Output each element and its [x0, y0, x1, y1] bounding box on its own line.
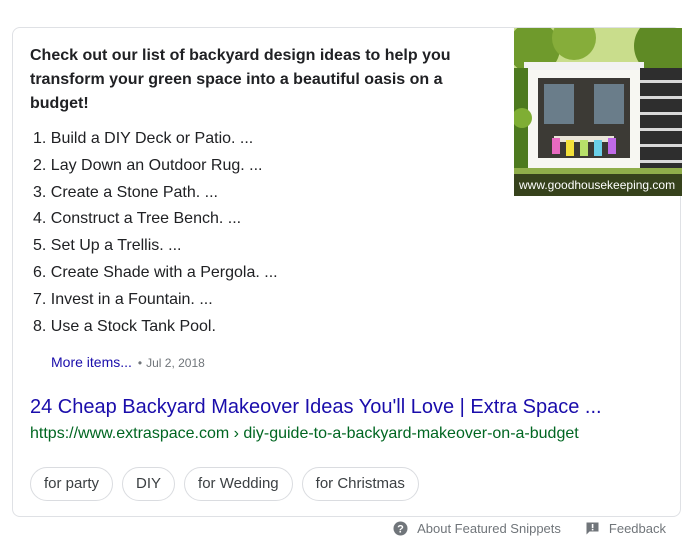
feedback-icon	[585, 521, 600, 536]
help-icon: ?	[393, 521, 408, 536]
chip-for-wedding[interactable]: for Wedding	[184, 467, 293, 501]
list-item: 1. Build a DIY Deck or Patio. ...	[33, 130, 254, 147]
list-item: 3. Create a Stone Path. ...	[33, 183, 218, 201]
backyard-photo	[514, 28, 682, 196]
feedback-label: Feedback	[608, 521, 666, 536]
snippet-footer: ? About Featured Snippets Feedback	[393, 521, 666, 536]
list-item: 8. Use a Stock Tank Pool.	[33, 317, 216, 335]
related-chips: for party DIY for Wedding for Christmas	[30, 467, 419, 501]
about-featured-snippets-link[interactable]: ? About Featured Snippets	[393, 521, 561, 536]
chip-for-christmas[interactable]: for Christmas	[301, 467, 419, 501]
steps-list: 1. Build a DIY Deck or Patio. ... 2. Lay…	[33, 126, 278, 340]
snippet-thumbnail[interactable]: www.goodhousekeeping.com	[514, 28, 682, 196]
result-url[interactable]: https://www.extraspace.com › diy-guide-t…	[30, 424, 579, 444]
more-items-link[interactable]: More items...	[51, 354, 132, 370]
result-title-link[interactable]: 24 Cheap Backyard Makeover Ideas You'll …	[30, 394, 602, 420]
list-item: 7. Invest in a Fountain. ...	[33, 290, 213, 308]
separator-dot: •	[137, 356, 143, 370]
about-label: About Featured Snippets	[417, 521, 561, 536]
svg-text:?: ?	[397, 524, 404, 536]
featured-snippet-card: Check out our list of backyard design id…	[12, 27, 682, 517]
more-items-row: More items... • Jul 2, 2018	[51, 352, 205, 373]
list-item: 4. Construct a Tree Bench. ...	[33, 210, 242, 228]
list-item: 2. Lay Down an Outdoor Rug. ...	[33, 156, 263, 174]
list-item: 6. Create Shade with a Pergola. ...	[33, 263, 278, 281]
chip-for-party[interactable]: for party	[30, 467, 114, 501]
chip-diy[interactable]: DIY	[122, 467, 176, 501]
image-source-caption: www.goodhousekeeping.com	[514, 174, 682, 196]
snippet-date: Jul 2, 2018	[146, 356, 205, 370]
snippet-headline: Check out our list of backyard design id…	[30, 47, 451, 112]
feedback-link[interactable]: Feedback	[585, 521, 666, 536]
list-item: 5. Set Up a Trellis. ...	[33, 237, 182, 255]
